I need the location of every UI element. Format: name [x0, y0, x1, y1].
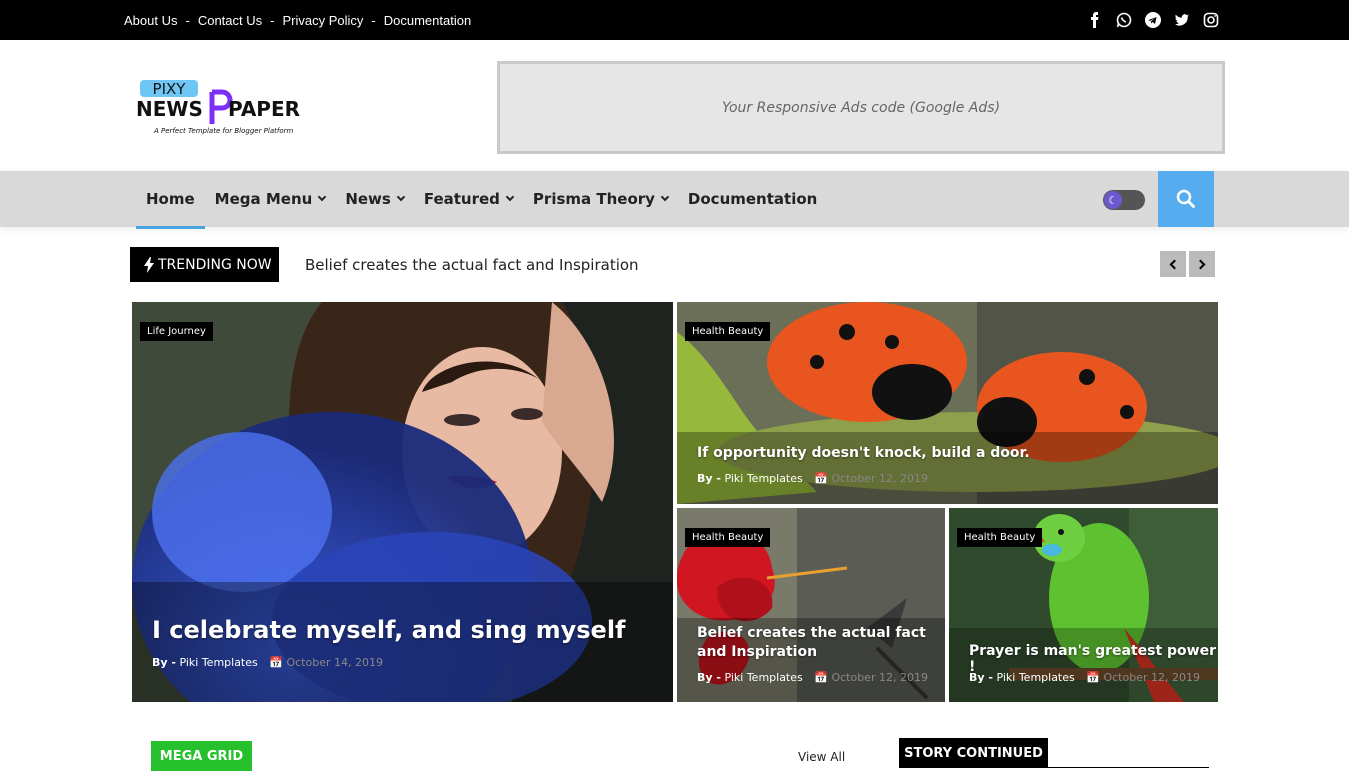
featured-card-bottom-middle[interactable]: Health Beauty Belief creates the actual … — [677, 508, 945, 702]
top-link-documentation[interactable]: Documentation — [384, 13, 471, 28]
post-date: 📅 October 14, 2019 — [269, 656, 383, 669]
category-tag[interactable]: Life Journey — [140, 322, 213, 341]
logo-news: NEWS — [136, 97, 203, 121]
nav-documentation[interactable]: Documentation — [678, 171, 827, 227]
top-link-contact[interactable]: Contact Us — [198, 13, 262, 28]
featured-card-bottom-right[interactable]: Health Beauty Prayer is man's greatest p… — [949, 508, 1218, 702]
separator: - — [371, 13, 376, 28]
nav-featured[interactable]: Featured — [414, 171, 523, 227]
post-meta: By - Piki Templates 📅 October 12, 2019 — [969, 671, 1200, 684]
nav-prisma-theory[interactable]: Prisma Theory — [523, 171, 678, 227]
trending-label: TRENDING NOW — [130, 247, 279, 282]
nav-home[interactable]: Home — [136, 171, 205, 229]
search-icon — [1176, 189, 1195, 208]
chevron-right-icon — [1195, 259, 1206, 269]
telegram-icon[interactable] — [1145, 12, 1161, 28]
site-logo[interactable]: PIXY NEWS PAPER A Perfect Template for B… — [136, 78, 316, 138]
logo-tagline: A Perfect Template for Blogger Platform — [153, 127, 294, 135]
separator: - — [185, 13, 190, 28]
category-tag[interactable]: Health Beauty — [685, 528, 771, 547]
ad-text: Your Responsive Ads code (Google Ads) — [721, 99, 1001, 116]
post-title[interactable]: I celebrate myself, and sing myself — [152, 616, 625, 644]
twitter-icon[interactable] — [1174, 12, 1190, 28]
ad-banner[interactable]: Your Responsive Ads code (Google Ads) — [497, 61, 1225, 154]
post-meta: By - Piki Templates 📅 October 12, 2019 — [697, 472, 928, 485]
chevron-down-icon — [505, 192, 515, 202]
category-tag[interactable]: Health Beauty — [957, 528, 1043, 547]
chevron-down-icon — [396, 192, 406, 202]
category-tag[interactable]: Health Beauty — [685, 322, 771, 341]
post-author[interactable]: Piki Templates — [724, 472, 802, 485]
bolt-icon — [144, 256, 154, 273]
post-title[interactable]: If opportunity doesn't knock, build a do… — [697, 445, 1030, 461]
whatsapp-icon[interactable] — [1116, 12, 1132, 28]
story-continued-heading: STORY CONTINUED — [899, 738, 1048, 768]
nav-mega-menu[interactable]: Mega Menu — [205, 171, 336, 227]
post-title[interactable]: Belief creates the actual fact and Inspi… — [697, 624, 927, 662]
main-nav: Home Mega Menu News Featured Prisma Theo… — [0, 171, 1349, 229]
post-meta: By - Piki Templates 📅 October 14, 2019 — [152, 656, 383, 669]
featured-card-large[interactable]: Life Journey I celebrate myself, and sin… — [132, 302, 673, 702]
chevron-down-icon — [318, 192, 327, 202]
separator: - — [270, 13, 275, 28]
post-author[interactable]: Piki Templates — [996, 671, 1074, 684]
post-author[interactable]: Piki Templates — [724, 671, 802, 684]
view-all-link[interactable]: View All — [798, 750, 845, 764]
top-link-privacy[interactable]: Privacy Policy — [282, 13, 363, 28]
search-button[interactable] — [1158, 171, 1214, 227]
social-links — [1087, 12, 1219, 28]
logo-paper: PAPER — [228, 97, 300, 121]
trending-text[interactable]: Belief creates the actual fact and Inspi… — [305, 256, 639, 274]
chevron-left-icon — [1169, 259, 1180, 269]
trending-prev-button[interactable] — [1160, 251, 1186, 277]
post-author[interactable]: Piki Templates — [179, 656, 257, 669]
nav-news[interactable]: News — [335, 171, 414, 227]
dark-mode-toggle[interactable]: ☾ — [1103, 190, 1145, 210]
mega-grid-heading: MEGA GRID — [151, 741, 252, 771]
post-meta: By - Piki Templates 📅 October 12, 2019 — [697, 671, 928, 684]
post-date: 📅 October 12, 2019 — [1086, 671, 1200, 684]
trending-next-button[interactable] — [1189, 251, 1215, 277]
logo-line1: PIXY — [153, 80, 187, 98]
facebook-icon[interactable] — [1087, 12, 1103, 28]
post-date: 📅 October 12, 2019 — [814, 671, 928, 684]
featured-card-top-right[interactable]: Health Beauty If opportunity doesn't kno… — [677, 302, 1218, 504]
top-link-about[interactable]: About Us — [124, 13, 177, 28]
top-links: About Us - Contact Us - Privacy Policy -… — [124, 13, 471, 28]
instagram-icon[interactable] — [1203, 12, 1219, 28]
moon-icon: ☾ — [1104, 191, 1122, 209]
chevron-down-icon — [660, 192, 670, 202]
top-bar: About Us - Contact Us - Privacy Policy -… — [0, 0, 1349, 40]
post-date: 📅 October 12, 2019 — [814, 472, 928, 485]
